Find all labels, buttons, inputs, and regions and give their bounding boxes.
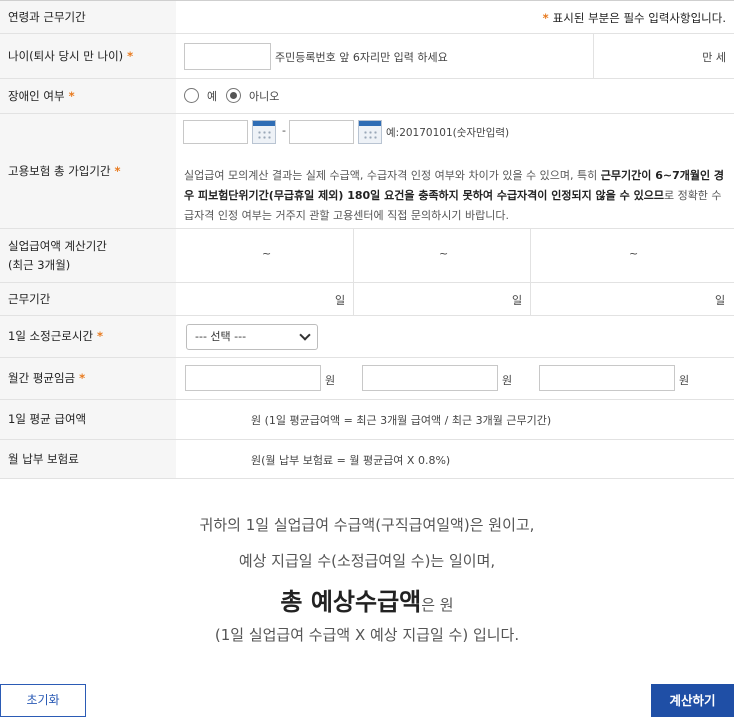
insurance-end-input[interactable] [289, 120, 354, 144]
reset-button[interactable]: 초기화 [0, 684, 86, 717]
insurance-start-input[interactable] [183, 120, 248, 144]
disability-yes-label[interactable]: 예 [207, 88, 217, 104]
result-summary: 귀하의 1일 실업급여 수급액(구직급여일액)은 원이고, 예상 지급일 수(소… [0, 478, 734, 717]
result-line-3: 총 예상수급액은 원 [0, 582, 734, 617]
section-title: 연령과 근무기간 [0, 1, 176, 33]
benefit-form: 연령과 근무기간 * 표시된 부분은 필수 입력사항입니다. 나이(퇴사 당시 만… [0, 0, 734, 479]
monthly-wage-input-1[interactable] [185, 365, 321, 391]
calendar-end-icon[interactable] [358, 120, 382, 144]
required-note: * 표시된 부분은 필수 입력사항입니다. [542, 11, 726, 25]
monthly-wage-input-3[interactable] [539, 365, 675, 391]
daily-hours-select[interactable]: --- 선택 --- [186, 324, 318, 350]
disability-yes-radio[interactable] [184, 88, 199, 103]
work-divider-2 [530, 283, 531, 315]
monthly-wage-unit-2: 원 [502, 374, 513, 387]
work-days-col-1: 일 [335, 294, 346, 307]
result-line-1: 귀하의 1일 실업급여 수급액(구직급여일액)은 원이고, [199, 516, 535, 534]
insurance-period-notice: 실업급여 모의계산 결과는 실제 수급액, 수급자격 인정 여부와 차이가 있을… [184, 169, 725, 222]
calc-period-col-1: ~ [262, 247, 272, 260]
monthly-premium-row: 월 납부 보험료 원(월 납부 보험료 = 월 평균급여 X 0.8%) [0, 440, 734, 479]
section-header-row: 연령과 근무기간 * 표시된 부분은 필수 입력사항입니다. [0, 1, 734, 34]
age-result: 만 세 [702, 51, 726, 64]
age-label: 나이(퇴사 당시 만 나이) * [0, 34, 176, 78]
work-days-row: 근무기간 일 일 일 [0, 283, 734, 316]
age-input[interactable] [184, 43, 271, 70]
age-divider [593, 34, 594, 78]
calc-period-col-3: ~ [629, 247, 639, 260]
result-line-2: 예상 지급일 수(소정급여일 수)는 일이며, [238, 552, 496, 570]
monthly-wage-unit-3: 원 [679, 374, 690, 387]
calc-period-row: 실업급여액 계산기간 (최근 3개월) ~ ~ ~ [0, 229, 734, 283]
chevron-down-icon [299, 329, 311, 341]
monthly-wage-label: 월간 평균임금 * [0, 358, 176, 399]
monthly-wage-row: 월간 평균임금 * 원 원 원 [0, 358, 734, 400]
work-days-col-3: 일 [715, 294, 726, 307]
calculate-button[interactable]: 계산하기 [651, 684, 734, 717]
disability-no-radio[interactable] [226, 88, 241, 103]
age-hint: 주민등록번호 앞 6자리만 입력 하세요 [275, 51, 448, 64]
disability-label: 장애인 여부 * [0, 79, 176, 113]
insurance-period-label: 고용보험 총 가입기간 * [0, 114, 176, 228]
insurance-period-row: 고용보험 총 가입기간 * - 예:20170101(숫자만입력) 실업급여 모의… [0, 114, 734, 229]
work-days-label: 근무기간 [0, 283, 176, 315]
calc-period-col-2: ~ [439, 247, 449, 260]
total-expected-amount-label: 총 예상수급액 [280, 588, 422, 616]
work-divider-1 [353, 283, 354, 315]
monthly-premium-value: 원(월 납부 보험료 = 월 평균급여 X 0.8%) [251, 454, 451, 467]
age-row: 나이(퇴사 당시 만 나이) * 주민등록번호 앞 6자리만 입력 하세요 만 세 [0, 34, 734, 79]
monthly-wage-input-2[interactable] [362, 365, 498, 391]
period-example: 예:20170101(숫자만입력) [386, 127, 510, 139]
monthly-wage-unit-1: 원 [325, 374, 336, 387]
daily-benefit-row: 1일 평균 급여액 원 (1일 평균급여액 = 최근 3개월 급여액 / 최근 … [0, 400, 734, 440]
daily-benefit-value: 원 (1일 평균급여액 = 최근 3개월 급여액 / 최근 3개월 근무기간) [251, 414, 552, 427]
daily-hours-label: 1일 소정근로시간 * [0, 316, 176, 357]
period-dash: - [282, 124, 286, 137]
monthly-premium-label: 월 납부 보험료 [0, 440, 176, 478]
daily-benefit-label: 1일 평균 급여액 [0, 400, 176, 439]
work-days-col-2: 일 [512, 294, 523, 307]
result-line-4: (1일 실업급여 수급액 X 예상 지급일 수) 입니다. [214, 626, 520, 644]
calc-divider-1 [353, 229, 354, 282]
total-expected-amount-value: 은 원 [421, 596, 454, 614]
disability-row: 장애인 여부 * 예 아니오 [0, 79, 734, 114]
daily-hours-row: 1일 소정근로시간 * --- 선택 --- [0, 316, 734, 358]
calendar-start-icon[interactable] [252, 120, 276, 144]
calc-divider-2 [530, 229, 531, 282]
disability-no-label[interactable]: 아니오 [249, 88, 279, 104]
calc-period-label: 실업급여액 계산기간 (최근 3개월) [0, 229, 176, 282]
